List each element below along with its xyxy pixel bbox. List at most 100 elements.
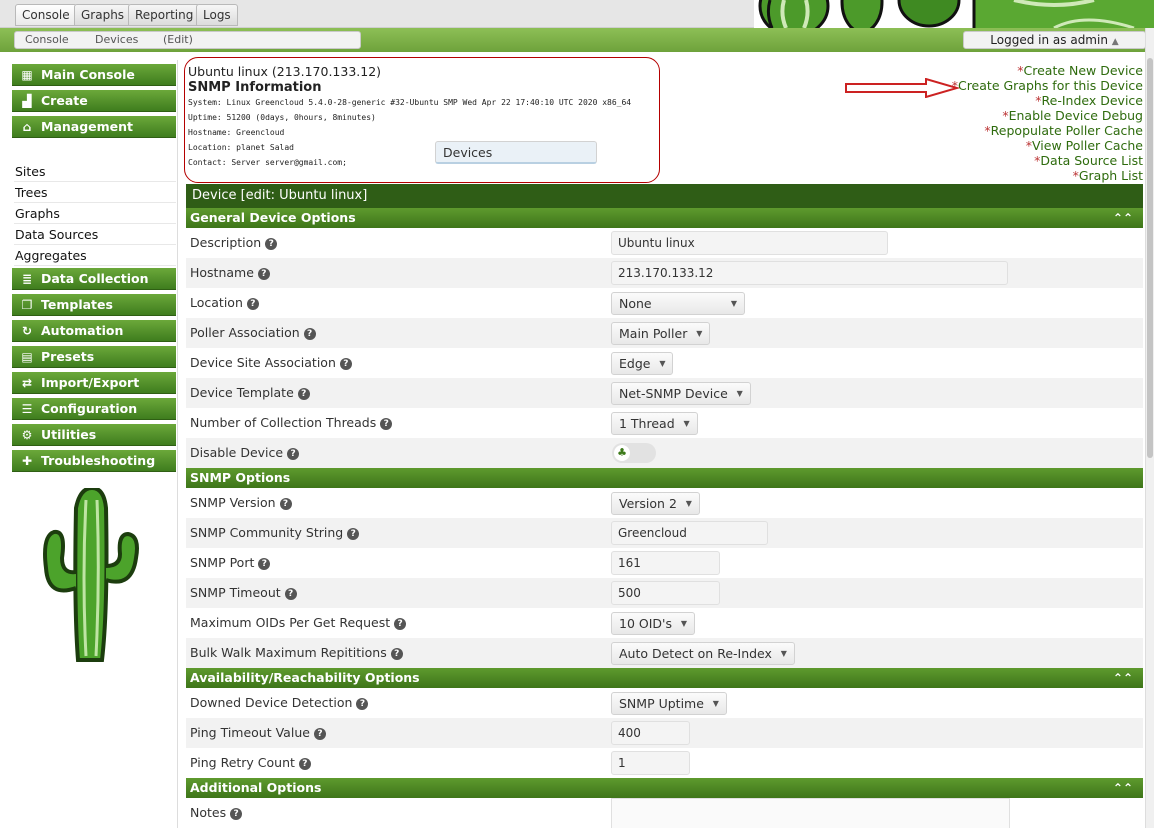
row-community: SNMP Community String? Greencloud — [186, 518, 1143, 548]
map-icon: ▦ — [21, 68, 33, 82]
description-input[interactable]: Ubuntu linux — [611, 231, 888, 255]
sidebar-presets[interactable]: ▤ Presets — [12, 346, 176, 368]
section-additional[interactable]: Additional Options ⌃⌃ — [186, 778, 1143, 798]
help-icon[interactable]: ? — [380, 418, 393, 430]
row-downed-detection: Downed Device Detection? SNMP Uptime ▼ — [186, 688, 1143, 718]
sidebar-label: Data Collection — [41, 271, 149, 286]
device-edit-header: Device [edit: Ubuntu linux] — [186, 184, 1143, 208]
location-select[interactable]: None ▼ — [611, 292, 745, 315]
scrollbar-thumb[interactable] — [1147, 58, 1153, 458]
sidebar-create[interactable]: ▟ Create — [12, 90, 176, 112]
help-icon[interactable]: ? — [265, 238, 278, 250]
breadcrumb-devices[interactable]: Devices — [95, 33, 138, 46]
community-input[interactable]: Greencloud — [611, 521, 768, 545]
snmp-uptime: Uptime: 51200 (0days, 0hours, 8minutes) — [188, 113, 376, 122]
tab-console[interactable]: Console — [15, 4, 77, 26]
snmp-version-select[interactable]: Version 2 ▼ — [611, 492, 700, 515]
sidebar-item-aggregates[interactable]: Aggregates — [14, 246, 176, 266]
site-select[interactable]: Edge ▼ — [611, 352, 674, 375]
help-icon[interactable]: ? — [258, 558, 271, 570]
sidebar-item-sites[interactable]: Sites — [14, 162, 176, 182]
notes-textarea[interactable] — [611, 798, 1010, 828]
help-icon[interactable]: ? — [390, 648, 403, 660]
help-icon[interactable]: ? — [313, 728, 326, 740]
collapse-icon[interactable]: ⌃⌃ — [1113, 778, 1133, 798]
help-icon[interactable]: ? — [287, 448, 300, 460]
user-menu[interactable]: Logged in as admin ▲ — [963, 31, 1146, 49]
dropdown-caret-icon: ▼ — [683, 419, 690, 428]
cactus-banner-logo — [754, 0, 1154, 28]
tab-logs[interactable]: Logs — [196, 4, 238, 26]
sidebar-utilities[interactable]: ⚙ Utilities — [12, 424, 176, 446]
collapse-icon[interactable]: ⌃⌃ — [1113, 208, 1133, 228]
dropdown-caret-icon: ▼ — [730, 299, 737, 308]
action-enable-debug[interactable]: *Enable Device Debug — [952, 108, 1143, 123]
left-edge — [0, 28, 10, 828]
help-icon[interactable]: ? — [347, 528, 360, 540]
help-icon[interactable]: ? — [394, 618, 407, 630]
section-general[interactable]: General Device Options ⌃⌃ — [186, 208, 1143, 228]
refresh-icon: ↻ — [21, 324, 33, 338]
ping-retry-input[interactable]: 1 — [611, 751, 690, 775]
template-select[interactable]: Net-SNMP Device ▼ — [611, 382, 751, 405]
help-icon[interactable]: ? — [246, 298, 259, 310]
action-graph-list[interactable]: *Graph List — [952, 168, 1143, 183]
sidebar-troubleshooting[interactable]: ✚ Troubleshooting — [12, 450, 176, 472]
snmp-hostname: Hostname: Greencloud — [188, 128, 285, 137]
sidebar-data-collection[interactable]: ≣ Data Collection — [12, 268, 176, 290]
snmp-port-input[interactable]: 161 — [611, 551, 720, 575]
action-reindex-device[interactable]: *Re-Index Device — [952, 93, 1143, 108]
sidebar-management[interactable]: ⌂ Management — [12, 116, 176, 138]
action-create-new-device[interactable]: *Create New Device — [952, 63, 1143, 78]
help-icon[interactable]: ? — [356, 698, 369, 710]
sidebar-import-export[interactable]: ⇄ Import/Export — [12, 372, 176, 394]
snmp-timeout-input[interactable]: 500 — [611, 581, 720, 605]
help-icon[interactable]: ? — [230, 808, 243, 820]
action-data-source-list[interactable]: *Data Source List — [952, 153, 1143, 168]
dropdown-caret-icon: ▼ — [736, 389, 743, 398]
sidebar-item-graphs[interactable]: Graphs — [14, 204, 176, 224]
cactus-logo — [43, 488, 139, 662]
sidebar-item-data-sources[interactable]: Data Sources — [14, 225, 176, 245]
ping-timeout-input[interactable]: 400 — [611, 721, 690, 745]
row-site: Device Site Association? Edge ▼ — [186, 348, 1143, 378]
help-icon[interactable]: ? — [284, 588, 297, 600]
row-description: Description? Ubuntu linux — [186, 228, 1143, 258]
sidebar-automation[interactable]: ↻ Automation — [12, 320, 176, 342]
help-icon[interactable]: ? — [257, 268, 270, 280]
sidebar-item-trees[interactable]: Trees — [14, 183, 176, 203]
help-icon[interactable]: ? — [279, 498, 292, 510]
dropdown-caret-icon: ▼ — [712, 699, 719, 708]
hostname-input[interactable]: 213.170.133.12 — [611, 261, 1008, 285]
sidebar-label: Utilities — [41, 427, 97, 442]
sidebar-main-console[interactable]: ▦ Main Console — [12, 64, 176, 86]
page-scrollbar[interactable] — [1145, 28, 1154, 828]
section-snmp[interactable]: SNMP Options — [186, 468, 1143, 488]
help-icon[interactable]: ? — [303, 328, 316, 340]
bulk-walk-select[interactable]: Auto Detect on Re-Index ▼ — [611, 642, 795, 665]
row-snmp-timeout: SNMP Timeout? 500 — [186, 578, 1143, 608]
snmp-info-box: Ubuntu linux (213.170.133.12) SNMP Infor… — [184, 57, 660, 183]
sidebar-configuration[interactable]: ☰ Configuration — [12, 398, 176, 420]
tab-graphs[interactable]: Graphs — [74, 4, 132, 26]
sidebar-label: Create — [41, 93, 88, 108]
downed-detection-select[interactable]: SNMP Uptime ▼ — [611, 692, 727, 715]
action-repopulate-cache[interactable]: *Repopulate Poller Cache — [952, 123, 1143, 138]
action-view-cache[interactable]: *View Poller Cache — [952, 138, 1143, 153]
collapse-icon[interactable]: ⌃⌃ — [1113, 668, 1133, 688]
breadcrumb-console[interactable]: Console — [25, 33, 69, 46]
disable-device-toggle[interactable]: ♣ — [612, 443, 656, 463]
help-icon[interactable]: ? — [297, 388, 310, 400]
action-create-graphs[interactable]: *Create Graphs for this Device — [952, 78, 1143, 93]
sidebar-templates[interactable]: ❐ Templates — [12, 294, 176, 316]
help-icon[interactable]: ? — [298, 758, 311, 770]
cogs-icon: ⚙ — [21, 428, 33, 442]
threads-select[interactable]: 1 Thread ▼ — [611, 412, 698, 435]
breadcrumb-edit: (Edit) — [163, 33, 193, 46]
poller-select[interactable]: Main Poller ▼ — [611, 322, 711, 345]
help-icon[interactable]: ? — [339, 358, 352, 370]
tab-reporting[interactable]: Reporting — [128, 4, 201, 26]
dropdown-caret-icon: ▼ — [696, 329, 703, 338]
max-oids-select[interactable]: 10 OID's ▼ — [611, 612, 695, 635]
section-availability[interactable]: Availability/Reachability Options ⌃⌃ — [186, 668, 1143, 688]
